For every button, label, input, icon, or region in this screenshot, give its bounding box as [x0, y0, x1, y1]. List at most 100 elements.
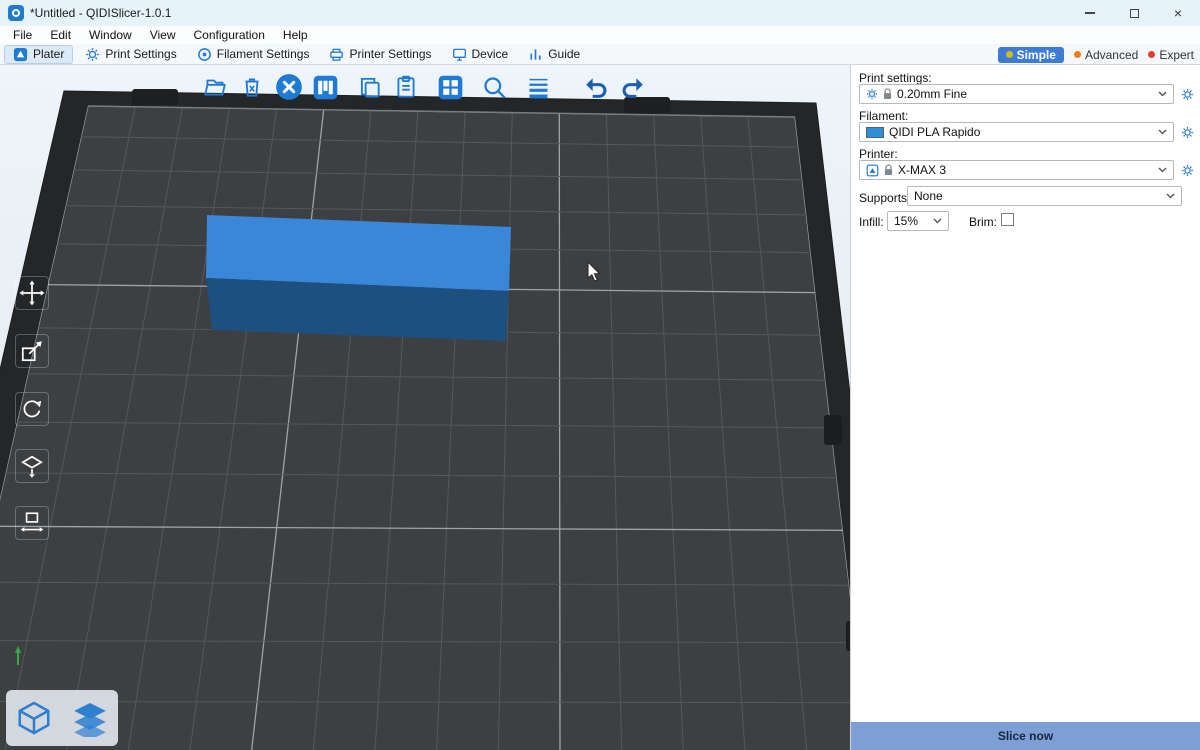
place-on-face-button[interactable] — [15, 449, 49, 483]
model-object[interactable] — [206, 215, 511, 341]
mode-expert[interactable]: Expert — [1148, 48, 1194, 62]
menu-configuration[interactable]: Configuration — [185, 28, 274, 42]
app-logo-icon — [12, 9, 20, 17]
tab-print-settings-label: Print Settings — [105, 47, 176, 61]
tab-guide-label: Guide — [548, 47, 580, 61]
infill-label: Infill: — [859, 215, 884, 229]
printer-settings-icon — [329, 47, 344, 62]
brim-label: Brim: — [969, 215, 997, 229]
undo-icon — [581, 73, 609, 101]
copy-button[interactable] — [355, 72, 385, 102]
tab-plater[interactable]: Plater — [4, 45, 73, 64]
printer-combo[interactable]: X-MAX 3 — [859, 160, 1174, 180]
search-icon — [481, 74, 508, 101]
menu-edit[interactable]: Edit — [41, 28, 80, 42]
split-objects-icon — [437, 74, 464, 101]
measure-button[interactable] — [15, 506, 49, 540]
filament-combo[interactable]: QIDI PLA Rapido — [859, 122, 1174, 142]
mode-expert-label: Expert — [1159, 48, 1194, 62]
scale-icon — [19, 338, 45, 364]
menu-help[interactable]: Help — [274, 28, 317, 42]
split-objects-button[interactable] — [435, 72, 465, 102]
redo-button[interactable] — [619, 72, 649, 102]
filament-gear-button[interactable] — [1180, 125, 1195, 140]
print-settings-gear-button[interactable] — [1180, 87, 1195, 102]
bed-clip-left — [132, 89, 178, 105]
menu-view[interactable]: View — [141, 28, 185, 42]
expert-mode-dot-icon — [1148, 51, 1155, 58]
undo-button[interactable] — [580, 72, 610, 102]
app-window: *Untitled - QIDISlicer-1.0.1 × File Edit… — [0, 0, 1200, 750]
tab-device[interactable]: Device — [444, 46, 517, 63]
simple-mode-dot-icon — [1006, 51, 1013, 58]
rotate-icon — [19, 396, 45, 422]
slice-now-button[interactable]: Slice now — [851, 722, 1200, 750]
guide-icon — [528, 47, 543, 62]
print-settings-label: Print settings: — [859, 71, 932, 85]
tab-printer-settings-label: Printer Settings — [349, 47, 431, 61]
3d-viewport[interactable] — [0, 65, 850, 750]
gear-icon — [1181, 126, 1194, 139]
preview-view-button[interactable] — [68, 696, 112, 740]
maximize-icon — [1130, 9, 1139, 18]
tab-device-label: Device — [472, 47, 509, 61]
arrange-button[interactable] — [310, 72, 340, 102]
search-button[interactable] — [479, 72, 509, 102]
arrange-icon — [312, 74, 339, 101]
bed-notch-1 — [824, 415, 842, 445]
chevron-down-icon — [1158, 91, 1167, 97]
editor-view-button[interactable] — [12, 696, 56, 740]
sliced-layers-preview-icon — [71, 699, 109, 737]
mode-advanced[interactable]: Advanced — [1074, 48, 1138, 62]
tab-filament-settings[interactable]: Filament Settings — [189, 46, 318, 63]
tab-guide[interactable]: Guide — [520, 46, 588, 63]
menu-window[interactable]: Window — [80, 28, 141, 42]
view-toolbar — [6, 690, 118, 746]
chevron-down-icon — [933, 218, 942, 224]
close-button[interactable]: × — [1156, 0, 1200, 26]
filament-settings-icon — [197, 47, 212, 62]
mode-simple[interactable]: Simple — [998, 47, 1064, 63]
scale-button[interactable] — [15, 334, 49, 368]
device-icon — [452, 47, 467, 62]
advanced-mode-dot-icon — [1074, 51, 1081, 58]
delete-all-button[interactable] — [274, 72, 304, 102]
app-icon — [8, 5, 24, 21]
infill-value: 15% — [894, 214, 928, 228]
printer-gear-button[interactable] — [1180, 163, 1195, 178]
move-button[interactable] — [15, 276, 49, 310]
window-controls: × — [1068, 0, 1200, 26]
rotate-button[interactable] — [15, 392, 49, 426]
infill-combo[interactable]: 15% — [887, 211, 949, 231]
minimize-button[interactable] — [1068, 0, 1112, 26]
maximize-button[interactable] — [1112, 0, 1156, 26]
brim-checkbox[interactable] — [1001, 213, 1014, 226]
open-button[interactable] — [200, 72, 230, 102]
measure-icon — [19, 510, 45, 536]
titlebar: *Untitled - QIDISlicer-1.0.1 × — [0, 0, 1200, 26]
gear-icon — [866, 88, 878, 100]
paste-icon — [393, 74, 419, 100]
tab-print-settings[interactable]: Print Settings — [77, 46, 184, 63]
menu-file[interactable]: File — [4, 28, 41, 42]
print-settings-combo[interactable]: 0.20mm Fine — [859, 84, 1174, 104]
supports-label: Supports: — [859, 191, 910, 205]
window-title: *Untitled - QIDISlicer-1.0.1 — [30, 6, 171, 20]
printer-icon — [866, 164, 879, 177]
filament-label: Filament: — [859, 109, 908, 123]
supports-combo[interactable]: None — [907, 186, 1182, 206]
tab-printer-settings[interactable]: Printer Settings — [321, 46, 439, 63]
filament-color-swatch — [866, 127, 884, 138]
print-settings-value: 0.20mm Fine — [897, 87, 1153, 101]
trash-icon — [239, 74, 265, 100]
paste-button[interactable] — [391, 72, 421, 102]
variable-layer-height-button[interactable] — [523, 72, 553, 102]
tab-plater-label: Plater — [33, 47, 64, 61]
delete-button[interactable] — [237, 72, 267, 102]
filament-value: QIDI PLA Rapido — [889, 125, 1153, 139]
place-on-face-icon — [19, 453, 45, 479]
open-folder-icon — [202, 74, 228, 100]
mode-advanced-label: Advanced — [1085, 48, 1138, 62]
redo-icon — [620, 73, 648, 101]
mode-selector: Simple Advanced Expert — [998, 45, 1194, 64]
